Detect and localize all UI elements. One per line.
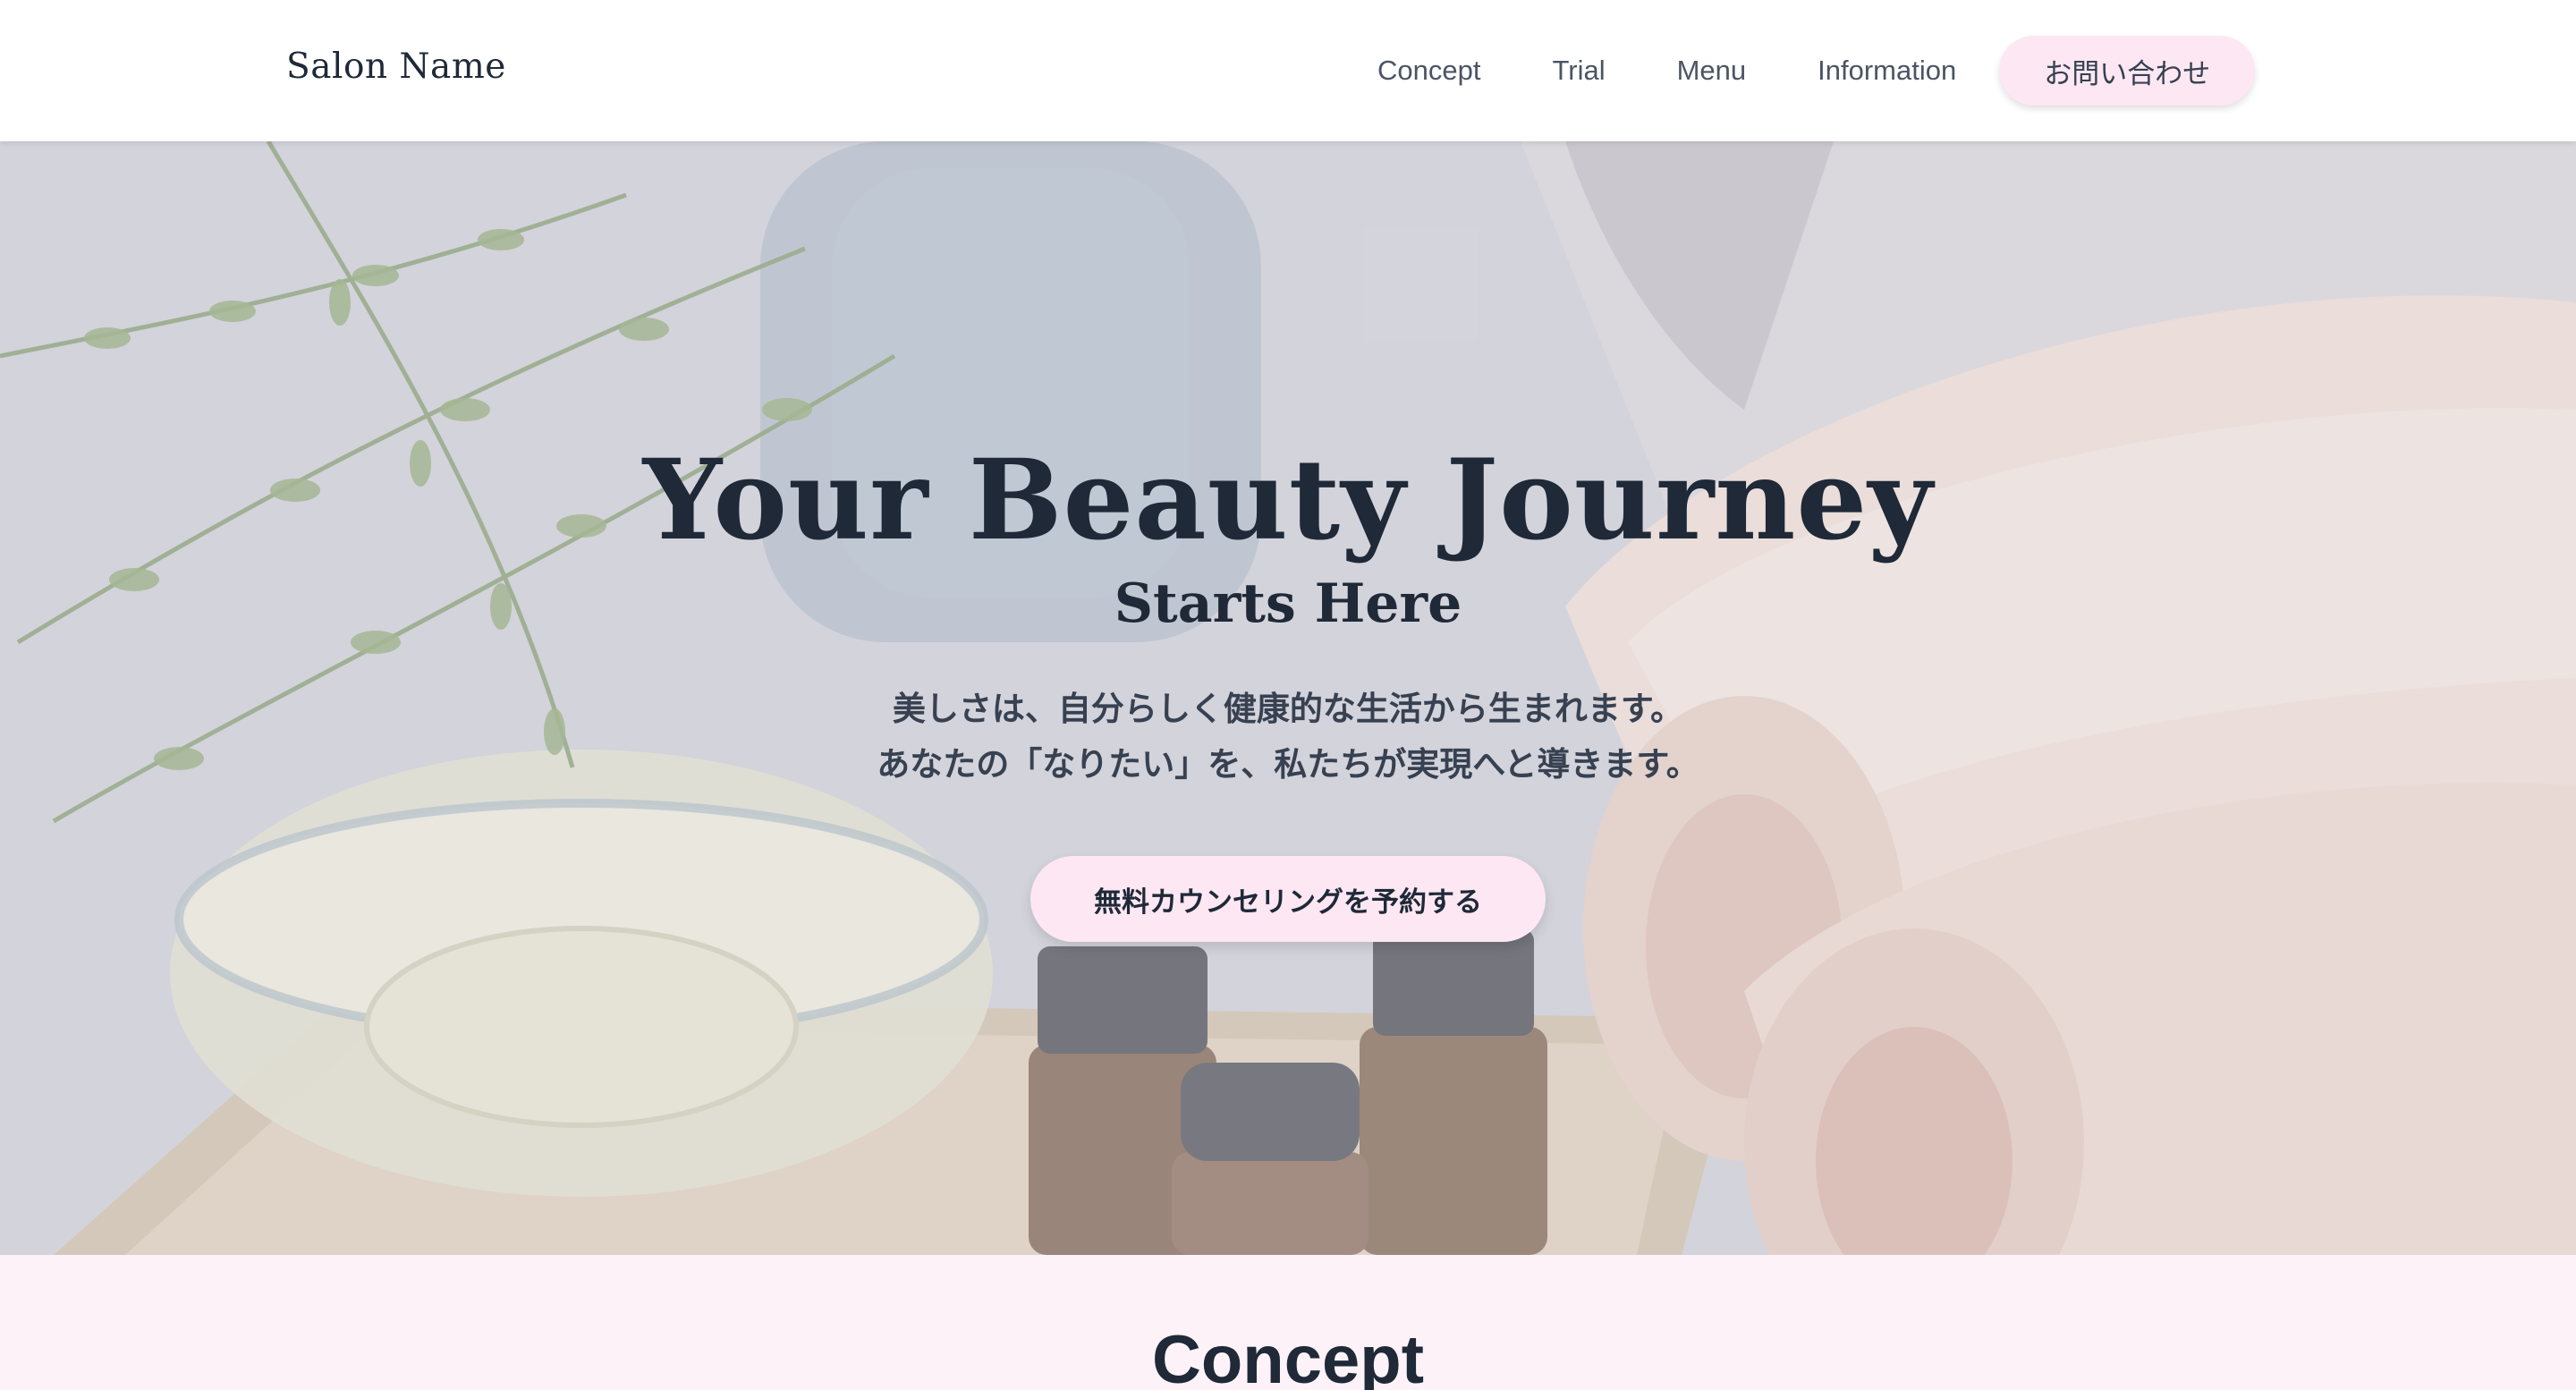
- contact-button[interactable]: お問い合わせ: [1999, 36, 2256, 106]
- nav-link-menu[interactable]: Menu: [1677, 55, 1747, 87]
- nav-link-trial[interactable]: Trial: [1552, 55, 1605, 87]
- main-nav: Concept Trial Menu Information お問い合わせ: [1377, 0, 2256, 141]
- hero-tagline-line-1: 美しさは、自分らしく健康的な生活から生まれます。: [892, 690, 1684, 728]
- book-counseling-button[interactable]: 無料カウンセリングを予約する: [1030, 856, 1546, 942]
- hero-content: Your Beauty Journey Starts Here 美しさは、自分ら…: [0, 141, 2576, 1255]
- nav-link-concept[interactable]: Concept: [1377, 55, 1480, 87]
- hero-tagline-line-2: あなたの「なりたい」を、私たちが実現へと導きます。: [877, 745, 1699, 784]
- hero-subtitle: Starts Here: [1114, 572, 1462, 635]
- concept-heading: Concept: [1152, 1322, 1424, 1390]
- hero-title: Your Beauty Journey: [642, 436, 1934, 565]
- site-logo[interactable]: Salon Name: [286, 47, 506, 87]
- hero-section: Your Beauty Journey Starts Here 美しさは、自分ら…: [0, 141, 2576, 1255]
- site-header: Salon Name Concept Trial Menu Informatio…: [0, 0, 2576, 141]
- concept-section: Concept: [0, 1255, 2576, 1390]
- nav-link-information[interactable]: Information: [1818, 55, 1956, 87]
